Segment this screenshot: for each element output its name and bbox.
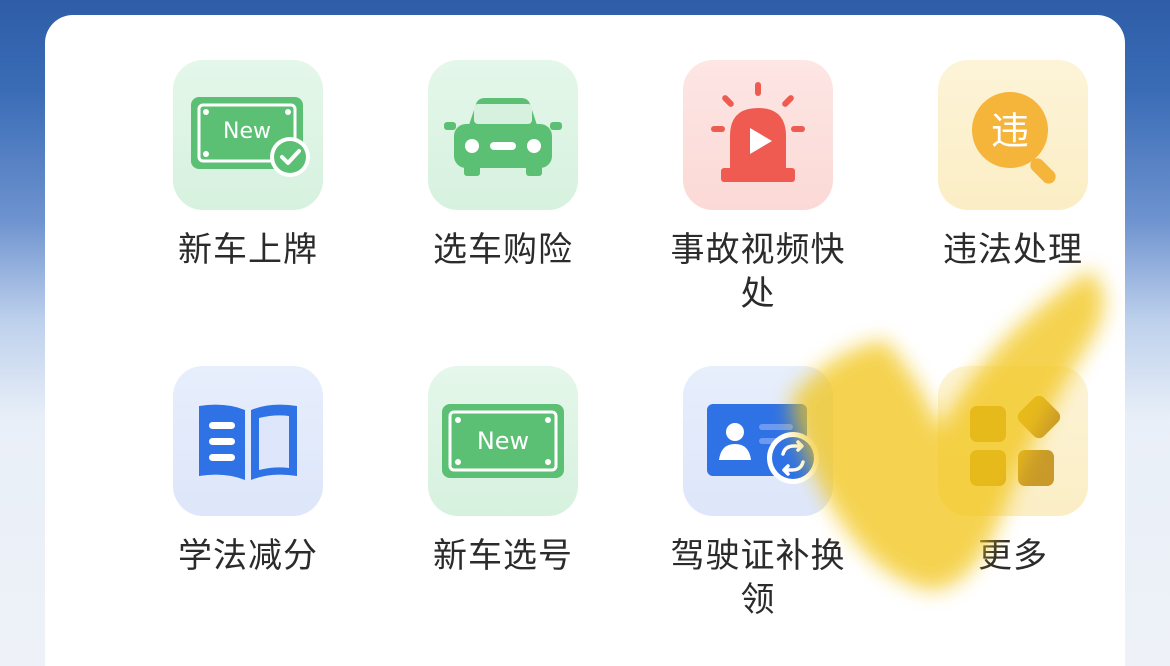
service-label: 更多 xyxy=(978,536,1048,576)
service-label: 新车选号 xyxy=(433,536,573,576)
service-license-reissue[interactable]: 驾驶证补换领 xyxy=(633,366,883,622)
service-label: 驾驶证补换领 xyxy=(670,536,846,620)
new-plate-icon: New xyxy=(428,366,578,516)
car-icon xyxy=(428,60,578,210)
violation-badge-text: 违 xyxy=(991,109,1029,153)
service-study-law[interactable]: 学法减分 xyxy=(123,366,373,578)
service-label: 新车上牌 xyxy=(178,230,318,270)
plate-text: New xyxy=(223,119,271,144)
service-more[interactable]: 更多 xyxy=(888,366,1138,578)
plate-text: New xyxy=(477,427,529,455)
service-accident-video[interactable]: 事故视频快处 xyxy=(633,60,883,316)
more-grid-icon xyxy=(938,366,1088,516)
service-label: 违法处理 xyxy=(943,230,1083,270)
service-label: 学法减分 xyxy=(178,536,318,576)
book-icon xyxy=(173,366,323,516)
service-car-insurance[interactable]: 选车购险 xyxy=(378,60,628,272)
service-label: 选车购险 xyxy=(433,230,573,270)
service-new-car-number[interactable]: New 新车选号 xyxy=(378,366,628,578)
violation-search-icon: 违 xyxy=(938,60,1088,210)
service-label: 事故视频快处 xyxy=(670,230,846,314)
services-card: New 新车上牌 选车购险 事故视频快处 违 违法处理 学法减分 New 新车选… xyxy=(45,15,1125,666)
alarm-video-icon xyxy=(683,60,833,210)
new-plate-check-icon: New xyxy=(173,60,323,210)
service-new-car-plate[interactable]: New 新车上牌 xyxy=(123,60,373,272)
service-violation-handling[interactable]: 违 违法处理 xyxy=(888,60,1138,272)
license-exchange-icon xyxy=(683,366,833,516)
